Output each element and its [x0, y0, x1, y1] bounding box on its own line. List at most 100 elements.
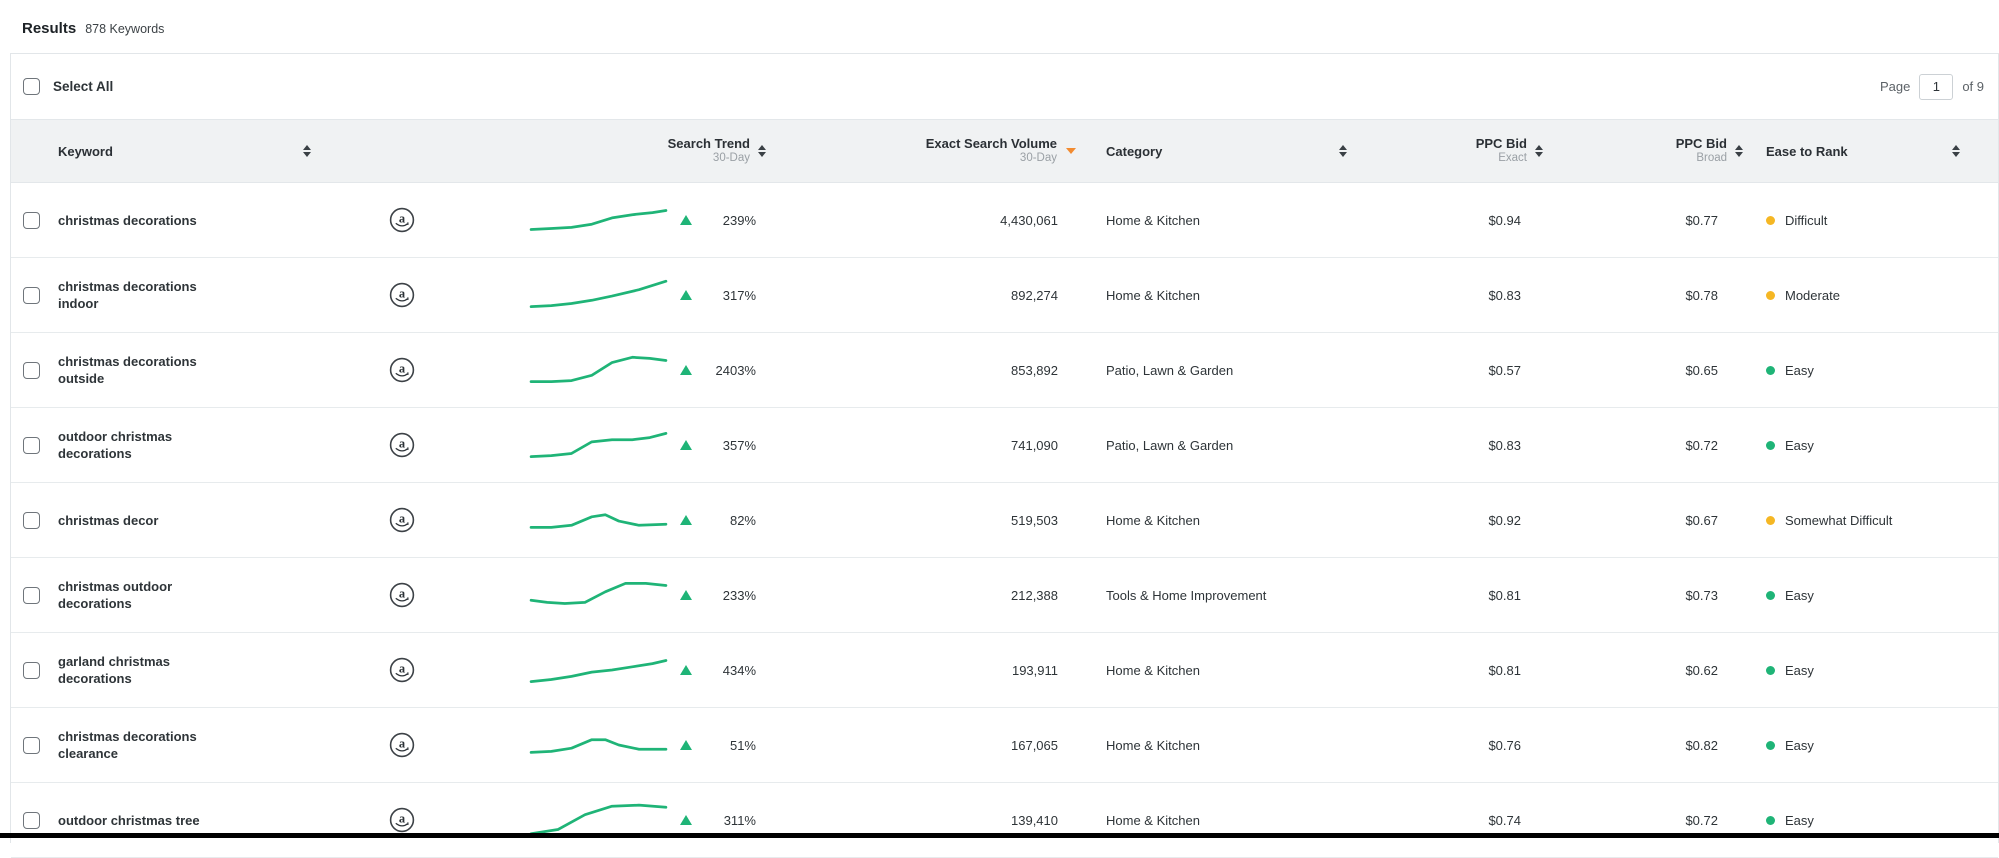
- search-trend-sparkline: [531, 502, 666, 538]
- ppc-bid-broad-value: $0.78: [1685, 288, 1718, 303]
- amazon-icon[interactable]: a: [389, 657, 415, 683]
- search-volume-value: 167,065: [1011, 738, 1058, 753]
- sort-icon[interactable]: [303, 145, 311, 157]
- keyword-cell: christmas decorations indoor: [58, 258, 341, 332]
- ease-to-rank-value: Easy: [1785, 438, 1814, 453]
- ease-status-dot: [1766, 816, 1775, 825]
- ppc-bid-exact-cell: $0.57: [1361, 333, 1551, 407]
- trend-up-icon: [680, 515, 692, 525]
- ease-to-rank-value: Easy: [1785, 363, 1814, 378]
- ease-to-rank-value: Moderate: [1785, 288, 1840, 303]
- svg-text:a: a: [399, 362, 406, 376]
- row-checkbox[interactable]: [23, 287, 40, 304]
- row-checkbox[interactable]: [23, 512, 40, 529]
- pagination: Page of 9: [1880, 54, 1984, 119]
- trend-percent: 357%: [704, 438, 756, 453]
- column-header-search-trend[interactable]: Search Trend 30-Day: [431, 120, 766, 182]
- ppc-bid-broad-value: $0.65: [1685, 363, 1718, 378]
- select-all-checkbox[interactable]: [23, 78, 40, 95]
- category-value: Patio, Lawn & Garden: [1106, 438, 1233, 453]
- search-volume-value: 4,430,061: [1000, 213, 1058, 228]
- sort-descending-active-icon[interactable]: [1066, 148, 1076, 154]
- ppc-bid-broad-cell: $0.73: [1551, 558, 1751, 632]
- category-value: Tools & Home Improvement: [1106, 588, 1266, 603]
- ppc-bid-broad-cell: $0.62: [1551, 633, 1751, 707]
- row-checkbox[interactable]: [23, 212, 40, 229]
- ease-status-dot: [1766, 366, 1775, 375]
- amazon-icon[interactable]: a: [389, 507, 415, 533]
- trend-up-icon: [680, 215, 692, 225]
- ppc-bid-exact-value: $0.92: [1488, 513, 1521, 528]
- page-number-input[interactable]: [1919, 74, 1953, 100]
- column-header-ppc-bid-exact[interactable]: PPC Bid Exact: [1361, 120, 1551, 182]
- trend-up-icon: [680, 590, 692, 600]
- keyword-text[interactable]: christmas decor: [58, 512, 158, 529]
- column-header-ppc-bid-broad[interactable]: PPC Bid Broad: [1551, 120, 1751, 182]
- keyword-text[interactable]: garland christmas decorations: [58, 653, 231, 687]
- ease-to-rank-cell: Easy: [1751, 333, 1998, 407]
- ppc-bid-exact-cell: $0.74: [1361, 783, 1551, 857]
- marketplace-cell: a: [341, 333, 431, 407]
- ppc-bid-exact-cell: $0.76: [1361, 708, 1551, 782]
- amazon-icon[interactable]: a: [389, 807, 415, 833]
- marketplace-cell: a: [341, 633, 431, 707]
- trend-up-icon: [680, 815, 692, 825]
- search-trend-cell: 2403%: [431, 333, 766, 407]
- amazon-icon[interactable]: a: [389, 432, 415, 458]
- row-select-cell: [11, 183, 58, 257]
- ppc-bid-broad-cell: $0.65: [1551, 333, 1751, 407]
- ease-to-rank-value: Easy: [1785, 588, 1814, 603]
- amazon-icon[interactable]: a: [389, 582, 415, 608]
- keyword-text[interactable]: christmas decorations outside: [58, 353, 231, 387]
- amazon-icon[interactable]: a: [389, 732, 415, 758]
- row-checkbox[interactable]: [23, 662, 40, 679]
- keyword-cell: christmas decorations clearance: [58, 708, 341, 782]
- category-cell: Tools & Home Improvement: [1084, 558, 1361, 632]
- amazon-icon[interactable]: a: [389, 357, 415, 383]
- search-volume-cell: 193,911: [766, 633, 1084, 707]
- table-row: christmas decorations clearance a 51% 16…: [11, 708, 1998, 783]
- category-value: Patio, Lawn & Garden: [1106, 363, 1233, 378]
- row-checkbox[interactable]: [23, 737, 40, 754]
- row-checkbox[interactable]: [23, 437, 40, 454]
- row-checkbox[interactable]: [23, 362, 40, 379]
- column-header-ease-to-rank[interactable]: Ease to Rank: [1751, 120, 1998, 182]
- ppc-bid-exact-cell: $0.83: [1361, 258, 1551, 332]
- keyword-text[interactable]: christmas outdoor decorations: [58, 578, 231, 612]
- keyword-cell: christmas decor: [58, 483, 341, 557]
- category-cell: Home & Kitchen: [1084, 258, 1361, 332]
- category-value: Home & Kitchen: [1106, 288, 1200, 303]
- amazon-icon[interactable]: a: [389, 207, 415, 233]
- row-checkbox[interactable]: [23, 812, 40, 829]
- ease-to-rank-cell: Moderate: [1751, 258, 1998, 332]
- ppc-bid-broad-value: $0.72: [1685, 438, 1718, 453]
- row-checkbox[interactable]: [23, 587, 40, 604]
- search-volume-cell: 519,503: [766, 483, 1084, 557]
- keyword-text[interactable]: outdoor christmas decorations: [58, 428, 231, 462]
- ppc-bid-exact-value: $0.94: [1488, 213, 1521, 228]
- ppc-bid-broad-value: $0.73: [1685, 588, 1718, 603]
- table-header-row: Keyword Search Trend 30-Day Exact Search…: [11, 119, 1998, 183]
- keyword-text[interactable]: christmas decorations: [58, 212, 197, 229]
- marketplace-cell: a: [341, 483, 431, 557]
- sort-icon[interactable]: [1952, 145, 1960, 157]
- search-trend-sparkline: [531, 727, 666, 763]
- category-value: Home & Kitchen: [1106, 213, 1200, 228]
- sort-icon[interactable]: [758, 145, 766, 157]
- amazon-icon[interactable]: a: [389, 282, 415, 308]
- column-label-keyword: Keyword: [58, 144, 113, 159]
- search-volume-value: 519,503: [1011, 513, 1058, 528]
- sort-icon[interactable]: [1535, 145, 1543, 157]
- column-header-keyword[interactable]: Keyword: [58, 120, 341, 182]
- sort-icon[interactable]: [1735, 145, 1743, 157]
- sort-icon[interactable]: [1339, 145, 1347, 157]
- keyword-text[interactable]: christmas decorations indoor: [58, 278, 231, 312]
- keyword-text[interactable]: christmas decorations clearance: [58, 728, 231, 762]
- keyword-text[interactable]: outdoor christmas tree: [58, 812, 200, 829]
- results-count: 878 Keywords: [85, 22, 164, 36]
- column-header-exact-search-volume[interactable]: Exact Search Volume 30-Day: [766, 120, 1084, 182]
- column-header-category[interactable]: Category: [1084, 120, 1361, 182]
- ease-to-rank-value: Easy: [1785, 813, 1814, 828]
- trend-percent: 317%: [704, 288, 756, 303]
- keyword-cell: christmas outdoor decorations: [58, 558, 341, 632]
